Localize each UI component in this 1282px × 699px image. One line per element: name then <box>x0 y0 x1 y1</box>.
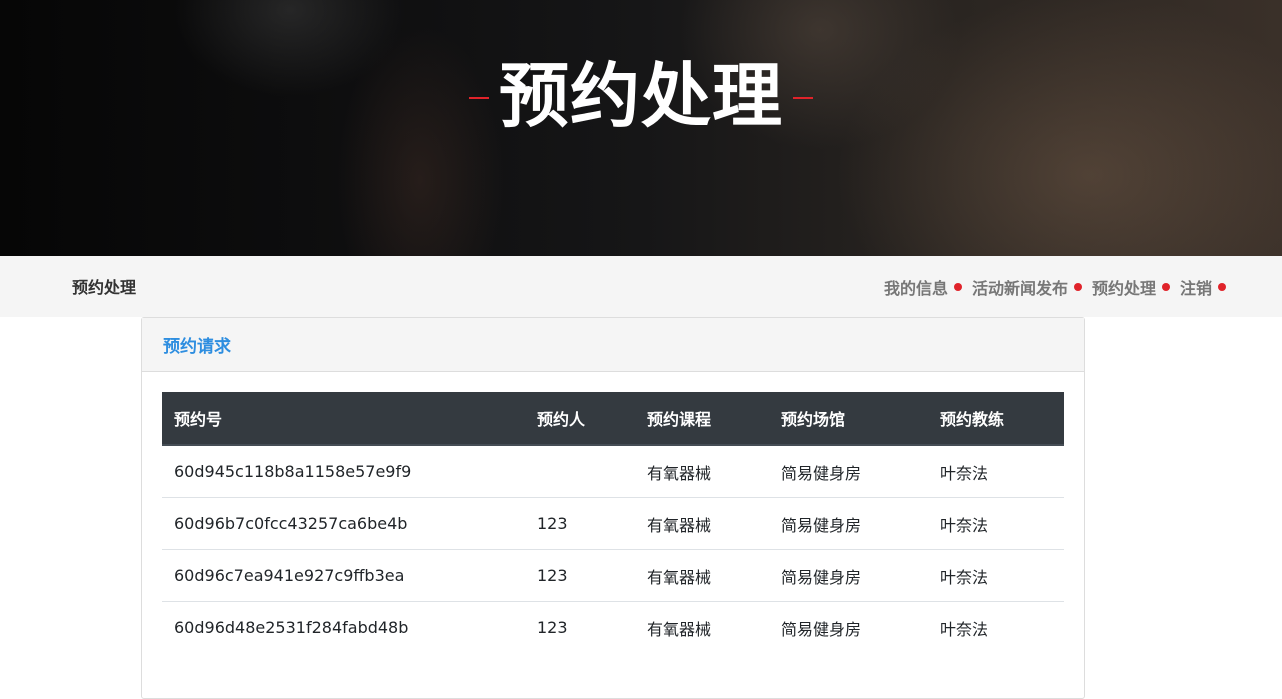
cell-coach: 叶奈法 <box>928 549 1064 602</box>
nav-dot-icon <box>1218 283 1226 291</box>
nav-dot-icon <box>1073 283 1082 291</box>
cell-course: 有氧器械 <box>635 445 769 498</box>
cell-venue: 简易健身房 <box>769 497 928 550</box>
hero-left-dash <box>469 97 489 99</box>
nav-link-label: 预约处理 <box>1091 279 1156 298</box>
cell-coach: 叶奈法 <box>928 497 1064 550</box>
nav-link-label: 我的信息 <box>883 279 948 298</box>
nav-link-logout[interactable]: 注销 <box>1180 275 1226 299</box>
cell-person: 123 <box>537 618 568 637</box>
panel-title: 预约请求 <box>163 337 231 357</box>
column-header-course: 预约课程 <box>635 392 769 446</box>
navbar: 预约处理 我的信息 活动新闻发布 预约处理 注销 <box>0 256 1282 317</box>
column-header-person: 预约人 <box>525 392 635 446</box>
cell-reservation-id: 60d96d48e2531f284fabd48b <box>174 618 409 637</box>
hero-title: 预约处理 <box>499 55 783 137</box>
cell-course: 有氧器械 <box>647 619 712 639</box>
column-header-id: 预约号 <box>162 392 525 446</box>
cell-venue: 简易健身房 <box>781 619 862 639</box>
nav-dot-icon <box>953 283 962 291</box>
nav-link-label: 活动新闻发布 <box>971 279 1068 298</box>
cell-course: 有氧器械 <box>635 497 769 550</box>
cell-venue: 简易健身房 <box>769 549 928 602</box>
nav-link-my-info[interactable]: 我的信息 <box>884 275 962 299</box>
column-header-coach: 预约教练 <box>928 392 1064 446</box>
panel-heading: 预约请求 <box>142 318 1084 372</box>
table-row: 60d96d48e2531f284fabd48b 123 有氧器械 简易健身房 … <box>162 602 1064 654</box>
hero-title-wrap: 预约处理 <box>0 52 1282 140</box>
nav-link-news-publish[interactable]: 活动新闻发布 <box>972 275 1082 299</box>
table-header-row: 预约号 预约人 预约课程 预约场馆 预约教练 <box>162 392 1064 446</box>
nav-link-label: 注销 <box>1179 279 1212 298</box>
cell-venue: 简易健身房 <box>769 445 928 498</box>
column-header-venue: 预约场馆 <box>769 392 928 446</box>
table-row: 60d96b7c0fcc43257ca6be4b 123 有氧器械 简易健身房 … <box>162 497 1064 550</box>
cell-reservation-id: 60d96b7c0fcc43257ca6be4b <box>162 497 525 550</box>
table-row: 60d96c7ea941e927c9ffb3ea 123 有氧器械 简易健身房 … <box>162 549 1064 602</box>
cell-coach: 叶奈法 <box>928 445 1064 498</box>
reservations-table: 预约号 预约人 预约课程 预约场馆 预约教练 60d945c118b8a1158… <box>162 392 1064 653</box>
cell-reservation-id: 60d945c118b8a1158e57e9f9 <box>162 445 525 498</box>
hero-right-dash <box>793 97 813 99</box>
cell-reservation-id: 60d96c7ea941e927c9ffb3ea <box>162 549 525 602</box>
table-row: 60d945c118b8a1158e57e9f9 有氧器械 简易健身房 叶奈法 <box>162 445 1064 498</box>
reservation-requests-panel: 预约请求 预约号 预约人 预约课程 预约场馆 预约教练 60d945c118b8… <box>141 317 1085 699</box>
cell-person: 123 <box>525 549 635 602</box>
cell-coach: 叶奈法 <box>940 619 989 639</box>
navbar-brand[interactable]: 预约处理 <box>72 274 136 298</box>
nav-link-reservations[interactable]: 预约处理 <box>1092 275 1170 299</box>
cell-person <box>525 445 635 498</box>
nav-links: 我的信息 活动新闻发布 预约处理 注销 <box>874 275 1226 299</box>
hero-banner: 预约处理 <box>0 0 1282 256</box>
cell-person: 123 <box>525 497 635 550</box>
cell-course: 有氧器械 <box>635 549 769 602</box>
nav-dot-icon <box>1161 283 1170 291</box>
